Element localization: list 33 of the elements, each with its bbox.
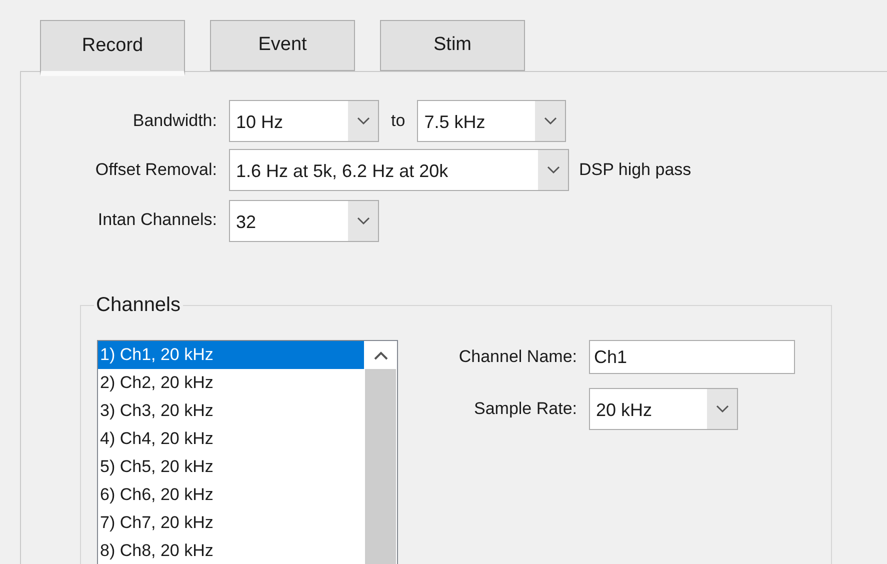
tab[interactable]: Stim [380, 20, 525, 71]
tab[interactable]: Event [210, 20, 355, 71]
list-item[interactable]: 4) Ch4, 20 kHz [98, 425, 364, 453]
list-item[interactable]: 6) Ch6, 20 kHz [98, 481, 364, 509]
group-title: Channels [95, 293, 182, 318]
text-field[interactable]: Ch1 [589, 340, 795, 374]
list-item[interactable]: 1) Ch1, 20 kHz [98, 341, 364, 369]
dropdown[interactable]: 7.5 kHz [417, 100, 566, 142]
dropdown[interactable]: 32 [229, 200, 379, 242]
scrollbar-thumb[interactable] [365, 369, 396, 564]
note-text: DSP high pass [579, 159, 692, 182]
chevron-down-icon [546, 166, 560, 174]
chevron-down-icon [356, 217, 370, 225]
list-item[interactable]: 8) Ch8, 20 kHz [98, 537, 364, 564]
field-label: Bandwidth: [132, 110, 217, 132]
list-item[interactable]: 7) Ch7, 20 kHz [98, 509, 364, 537]
dropdown[interactable]: 1.6 Hz at 5k, 6.2 Hz at 20k [229, 149, 569, 191]
separator-text: to [391, 110, 406, 132]
field-label: Sample Rate: [473, 398, 577, 420]
chevron-down-icon [716, 405, 728, 413]
list-item[interactable]: 3) Ch3, 20 kHz [98, 397, 364, 425]
chevron-down-icon [544, 117, 557, 125]
channel-listbox[interactable]: 1) Ch1, 20 kHz 2) Ch2, 20 kHz 3) Ch3, 20 kHz 4) Ch4, 20 kHz 5) Ch5, 20 kHz 6) Ch6, 20 kHz 7) Ch7, 20 kHz 8) Ch8, 20 kHz [97, 340, 398, 564]
chevron-down-icon [356, 117, 370, 125]
tab[interactable]: Record [40, 20, 185, 76]
dropdown[interactable]: 10 Hz [229, 100, 379, 142]
caret-up-icon [374, 350, 388, 360]
list-item[interactable]: 5) Ch5, 20 kHz [98, 453, 364, 481]
field-label: Channel Name: [458, 346, 577, 368]
list-item[interactable]: 2) Ch2, 20 kHz [98, 369, 364, 397]
field-label: Offset Removal: [94, 159, 217, 182]
dropdown[interactable]: 20 kHz [589, 388, 738, 430]
field-label: Intan Channels: [96, 209, 217, 232]
